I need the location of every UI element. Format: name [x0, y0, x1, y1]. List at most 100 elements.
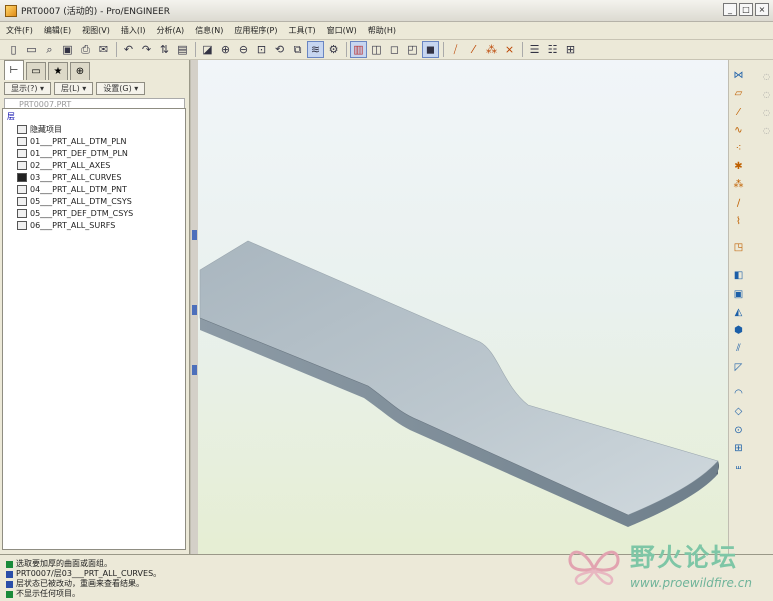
extrude-icon[interactable]: ◳ — [731, 240, 746, 255]
saved-view-icon[interactable]: ⧉ — [289, 41, 306, 58]
menu-help[interactable]: 帮助(H) — [368, 25, 396, 36]
datum-axis-tool-icon[interactable]: ⁄ — [731, 105, 746, 120]
menu-file[interactable]: 文件(F) — [6, 25, 33, 36]
datum-plane-icon[interactable]: ⧸ — [447, 41, 464, 58]
round-icon[interactable]: ◠ — [731, 386, 746, 401]
minimize-button[interactable]: _ — [723, 3, 737, 16]
tree-root[interactable]: 层 — [7, 111, 185, 123]
navigator-panel: ⊢ ▭ ★ ⊕ 显示(?) ▾ 层(L) ▾ 设置(G) ▾ PRT0007.P… — [0, 60, 190, 554]
coordinate-system-tool-icon[interactable]: ✱ — [731, 159, 746, 174]
find-icon[interactable]: ⌕ — [41, 41, 58, 58]
reorient-icon[interactable]: ⟲ — [271, 41, 288, 58]
window-title: PRT0007 (活动的) - Pro/ENGINEER — [21, 7, 170, 17]
regenerate-icon[interactable]: ⇅ — [156, 41, 173, 58]
feature-toolbar: ⋈ ▱ ⁄ ∿ ⁖ ✱ ⁂ ∕ ⌇ ◳ ◧ ▣ ◭ ⬢ ⫽ ◸ ◠ ◇ ⊙ ⊞ … — [728, 60, 773, 554]
inactive-icon: ◌ — [763, 72, 770, 81]
mirror-icon[interactable]: ⧢ — [731, 459, 746, 474]
splitter-grip[interactable] — [192, 305, 197, 315]
find-feature-icon[interactable]: ⊞ — [562, 41, 579, 58]
print-icon[interactable]: ⎙ — [77, 41, 94, 58]
coordinate-system-icon[interactable]: ⨯ — [501, 41, 518, 58]
chamfer-icon[interactable]: ◇ — [731, 404, 746, 419]
close-button[interactable]: × — [755, 3, 769, 16]
menu-view[interactable]: 视图(V) — [82, 25, 110, 36]
refit-icon[interactable]: ⊡ — [253, 41, 270, 58]
hole-icon[interactable]: ⊙ — [731, 423, 746, 438]
datum-curve-icon[interactable]: ∿ — [731, 123, 746, 138]
folder-tab[interactable]: ▭ — [26, 62, 46, 80]
datum-plane-tool-icon[interactable]: ▱ — [731, 86, 746, 101]
panel-splitter[interactable] — [190, 60, 198, 554]
list-item[interactable]: 05___PRT_ALL_DTM_CSYS — [7, 195, 185, 207]
model-tree-icon[interactable]: ☷ — [544, 41, 561, 58]
undo-icon[interactable]: ↶ — [120, 41, 137, 58]
window-controls: _ □ × — [723, 3, 769, 16]
sweep-icon[interactable]: ▣ — [731, 287, 746, 302]
inactive-icon: ◌ — [763, 126, 770, 135]
select-filter-icon[interactable]: ▤ — [174, 41, 191, 58]
hidden-line-icon[interactable]: ◫ — [368, 41, 385, 58]
datum-point-tool-icon[interactable]: ⁖ — [731, 141, 746, 156]
list-item[interactable]: 05___PRT_DEF_DTM_CSYS — [7, 207, 185, 219]
list-item[interactable]: 04___PRT_ALL_DTM_PNT — [7, 183, 185, 195]
layer-tree-icon[interactable]: ☰ — [526, 41, 543, 58]
datum-axis-icon[interactable]: ⁄ — [465, 41, 482, 58]
inactive-icon: ◌ — [763, 108, 770, 117]
email-icon[interactable]: ✉ — [95, 41, 112, 58]
draft-icon[interactable]: ◸ — [731, 360, 746, 375]
menu-edit[interactable]: 编辑(E) — [44, 25, 71, 36]
graphics-window[interactable] — [198, 60, 728, 554]
analysis-feature-icon[interactable]: ⁂ — [731, 177, 746, 192]
list-item[interactable]: 03___PRT_ALL_CURVES — [7, 171, 185, 183]
pattern-icon[interactable]: ⊞ — [731, 441, 746, 456]
redo-icon[interactable]: ↷ — [138, 41, 155, 58]
save-icon[interactable]: ▣ — [59, 41, 76, 58]
show-dropdown[interactable]: 显示(?) ▾ — [4, 82, 52, 95]
revolve-icon[interactable]: ◧ — [731, 268, 746, 283]
zoom-in-icon[interactable]: ⊕ — [217, 41, 234, 58]
layer-icon — [17, 184, 27, 194]
toolbar-separator — [116, 42, 117, 57]
layer-dropdown[interactable]: 层(L) ▾ — [54, 82, 94, 95]
shell-icon[interactable]: ⬢ — [731, 323, 746, 338]
shading-icon[interactable]: ▥ — [350, 41, 367, 58]
settings-icon[interactable]: ⚙ — [325, 41, 342, 58]
list-item[interactable]: 01___PRT_DEF_DTM_PLN — [7, 147, 185, 159]
settings-dropdown[interactable]: 设置(G) ▾ — [96, 82, 146, 95]
blend-icon[interactable]: ◭ — [731, 305, 746, 320]
sketch-tool-icon[interactable]: ∕ — [731, 196, 746, 211]
list-item[interactable]: 01___PRT_ALL_DTM_PLN — [7, 135, 185, 147]
connections-tab[interactable]: ⊕ — [70, 62, 90, 80]
list-item[interactable]: 06___PRT_ALL_SURFS — [7, 219, 185, 231]
shaded-icon[interactable]: ◼ — [422, 41, 439, 58]
layer-icon — [17, 160, 27, 170]
repaint-icon[interactable]: ◪ — [199, 41, 216, 58]
wireframe-icon[interactable]: ◰ — [404, 41, 421, 58]
no-hidden-icon[interactable]: ◻ — [386, 41, 403, 58]
datum-point-icon[interactable]: ⁂ — [483, 41, 500, 58]
app-icon — [5, 4, 17, 17]
part-top-surface — [199, 240, 719, 516]
menu-insert[interactable]: 插入(I) — [121, 25, 146, 36]
sketch-plane-icon[interactable]: ⌇ — [731, 214, 746, 229]
rib-icon[interactable]: ⫽ — [731, 341, 746, 356]
menu-info[interactable]: 信息(N) — [195, 25, 223, 36]
splitter-grip[interactable] — [192, 365, 197, 375]
layer-tree: 层 隐藏项目 01___PRT_ALL_DTM_PLN 01___PRT_DEF… — [2, 108, 186, 550]
menu-window[interactable]: 窗口(W) — [327, 25, 357, 36]
zoom-out-icon[interactable]: ⊖ — [235, 41, 252, 58]
menu-analysis[interactable]: 分析(A) — [156, 25, 184, 36]
splitter-grip[interactable] — [192, 230, 197, 240]
open-icon[interactable]: ▭ — [23, 41, 40, 58]
menu-tools[interactable]: 工具(T) — [289, 25, 316, 36]
datum-display-icon[interactable]: ⋈ — [731, 68, 746, 83]
model-tree-tab[interactable]: ⊢ — [4, 60, 24, 80]
layers-icon[interactable]: ≋ — [307, 41, 324, 58]
layer-icon — [17, 124, 27, 134]
new-icon[interactable]: ▯ — [5, 41, 22, 58]
menu-applications[interactable]: 应用程序(P) — [234, 25, 277, 36]
list-item[interactable]: 02___PRT_ALL_AXES — [7, 159, 185, 171]
favorites-tab[interactable]: ★ — [48, 62, 68, 80]
list-item[interactable]: 隐藏项目 — [7, 123, 185, 135]
maximize-button[interactable]: □ — [739, 3, 753, 16]
